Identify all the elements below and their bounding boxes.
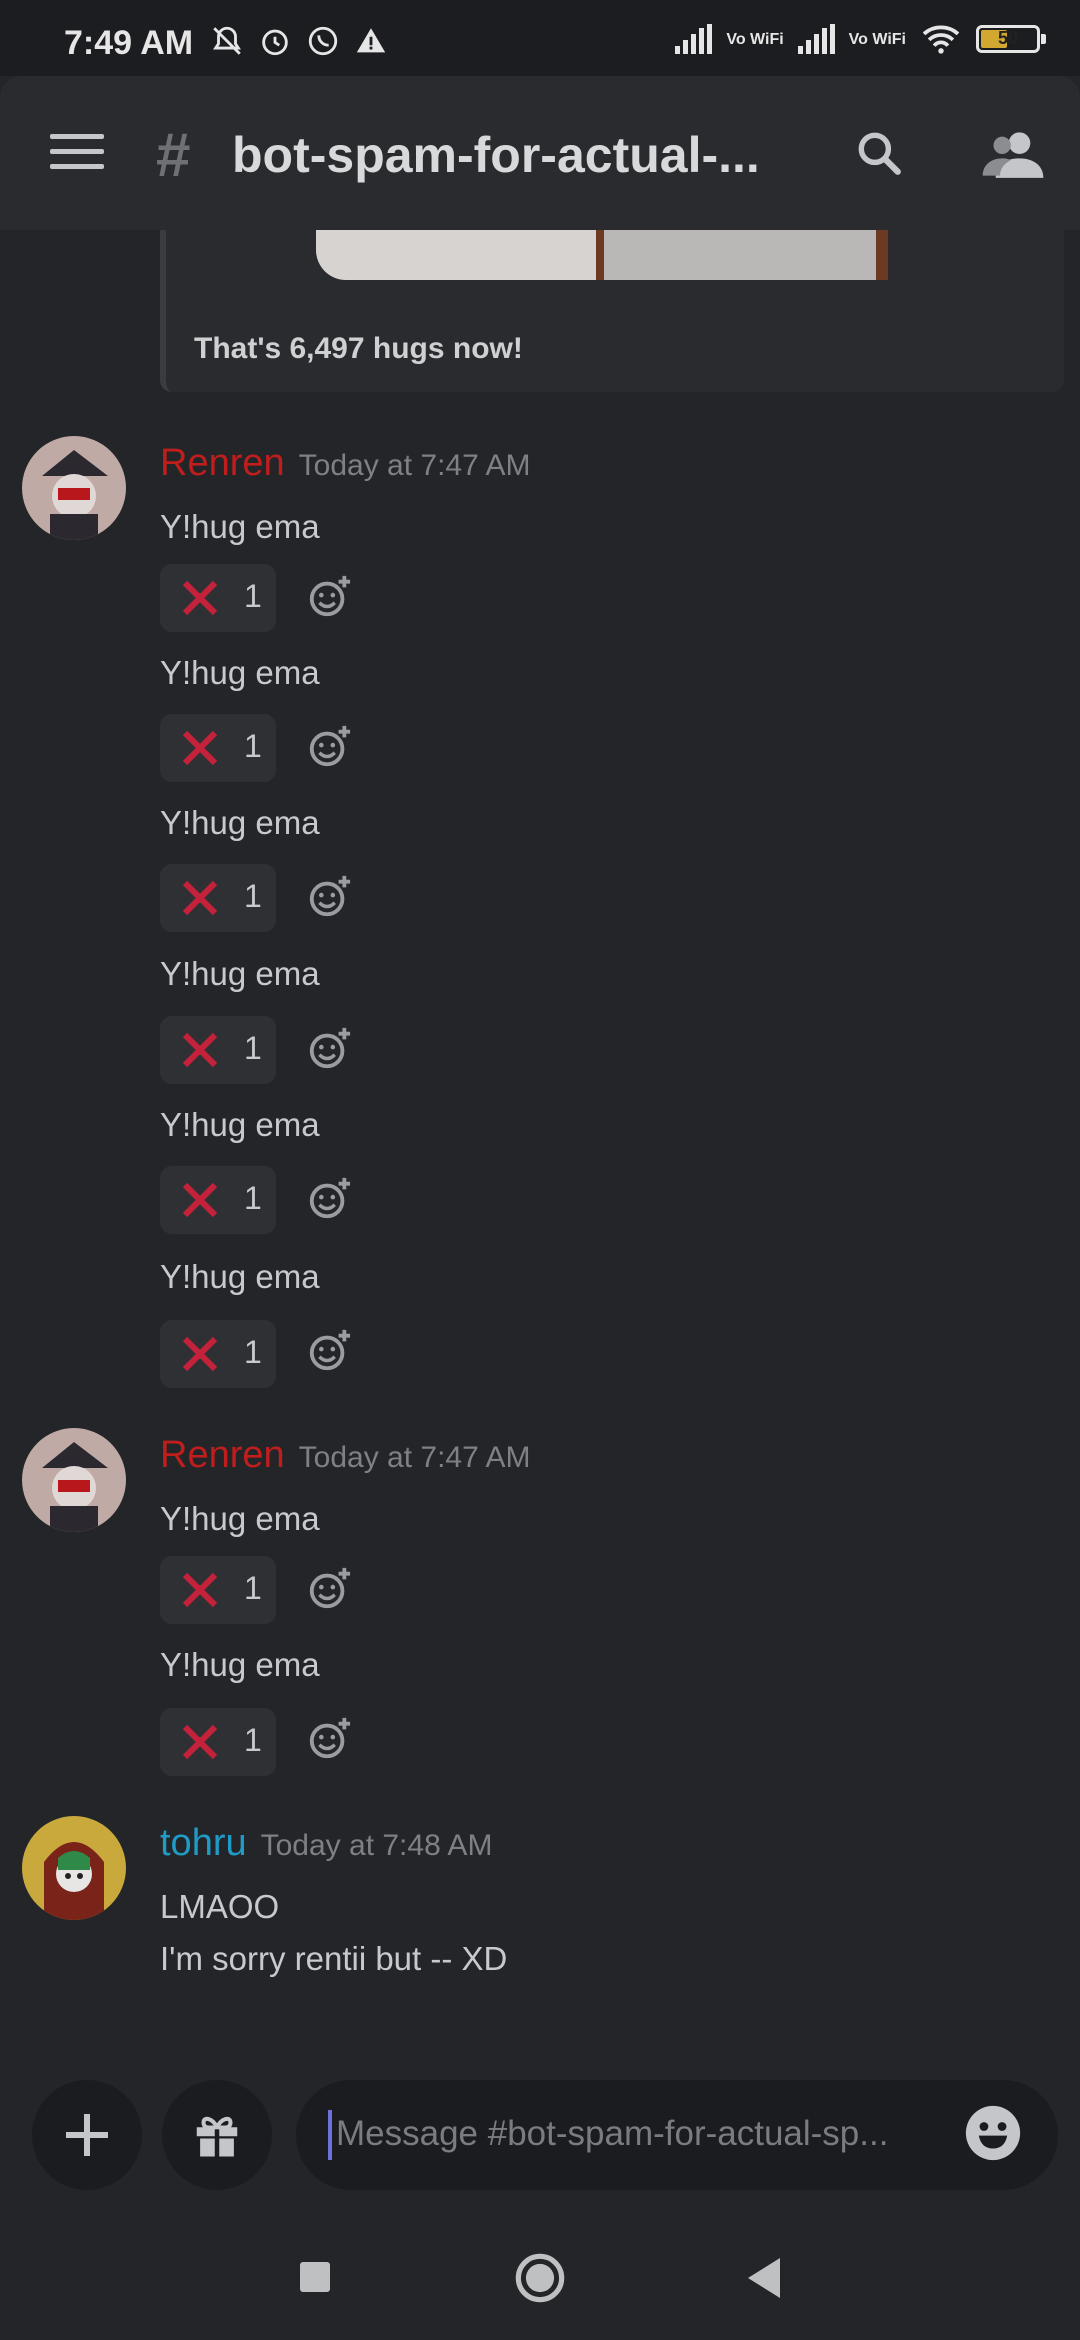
- reaction[interactable]: 1: [160, 1320, 276, 1388]
- reaction-count: 1: [244, 1030, 262, 1066]
- timestamp: Today at 7:47 AM: [298, 1441, 531, 1474]
- timestamp: Today at 7:47 AM: [298, 449, 531, 482]
- message-text[interactable]: Y!hug ema: [160, 804, 320, 842]
- alarm-icon: [262, 29, 288, 56]
- gift-button[interactable]: [162, 2080, 272, 2190]
- channel-hash-icon: #: [156, 121, 191, 190]
- reaction[interactable]: 1: [160, 1016, 276, 1084]
- reaction-count: 1: [244, 1570, 262, 1606]
- reaction[interactable]: 1: [160, 714, 276, 782]
- x-cross-icon: [182, 1724, 218, 1760]
- author-name[interactable]: Renren: [160, 442, 285, 484]
- add-reaction-icon[interactable]: [306, 1328, 352, 1374]
- message-text[interactable]: Y!hug ema: [160, 1500, 320, 1538]
- add-reaction-icon[interactable]: [306, 1026, 352, 1072]
- x-cross-icon: [182, 1572, 218, 1608]
- message-text[interactable]: Y!hug ema: [160, 654, 320, 692]
- author-name[interactable]: Renren: [160, 1434, 285, 1476]
- reaction-count: 1: [244, 728, 262, 764]
- message-text[interactable]: LMAOO: [160, 1888, 279, 1926]
- reaction[interactable]: 1: [160, 564, 276, 632]
- status-time: 7:49 AM: [64, 24, 194, 62]
- add-reaction-icon[interactable]: [306, 1716, 352, 1762]
- reaction-count: 1: [244, 578, 262, 614]
- menu-icon[interactable]: [50, 134, 104, 170]
- emoji-icon[interactable]: [962, 2102, 1024, 2164]
- avatar[interactable]: [22, 1816, 126, 1920]
- vowifi-label: Vo WiFi: [726, 30, 784, 48]
- wifi-icon: [922, 25, 960, 54]
- reaction[interactable]: 1: [160, 1166, 276, 1234]
- whatsapp-icon: [308, 26, 338, 56]
- add-attachment-button[interactable]: [32, 2080, 142, 2190]
- search-icon[interactable]: [854, 128, 904, 178]
- reaction[interactable]: 1: [160, 1556, 276, 1624]
- reaction-count: 1: [244, 1334, 262, 1370]
- add-reaction-icon[interactable]: [306, 724, 352, 770]
- channel-header: # bot-spam-for-actual-...: [0, 76, 1080, 230]
- reaction-count: 1: [244, 1722, 262, 1758]
- reaction[interactable]: 1: [160, 864, 276, 932]
- home-button[interactable]: [514, 2252, 566, 2304]
- timestamp: Today at 7:48 AM: [260, 1829, 493, 1862]
- add-reaction-icon[interactable]: [306, 1176, 352, 1222]
- back-button[interactable]: [744, 2256, 784, 2300]
- author-name[interactable]: tohru: [160, 1822, 247, 1864]
- message-text[interactable]: Y!hug ema: [160, 1106, 320, 1144]
- x-cross-icon: [182, 580, 218, 616]
- message-input[interactable]: Message #bot-spam-for-actual-sp...: [296, 2080, 1058, 2190]
- reaction-count: 1: [244, 878, 262, 914]
- reaction[interactable]: 1: [160, 1708, 276, 1776]
- message-text[interactable]: I'm sorry rentii but -- XD: [160, 1940, 507, 1978]
- mute-bell-icon: [213, 26, 241, 55]
- channel-title[interactable]: bot-spam-for-actual-...: [232, 126, 822, 184]
- message-text[interactable]: Y!hug ema: [160, 1646, 320, 1684]
- message-text[interactable]: Y!hug ema: [160, 508, 320, 546]
- members-icon[interactable]: [982, 128, 1044, 180]
- signal-icon: [675, 24, 713, 54]
- embed-image: [316, 230, 888, 280]
- recents-button[interactable]: [300, 2262, 330, 2292]
- status-bar: 7:49 AM Vo WiFi Vo WiFi 50: [0, 0, 1080, 76]
- add-reaction-icon[interactable]: [306, 874, 352, 920]
- add-reaction-icon[interactable]: [306, 574, 352, 620]
- embed-text: That's 6,497 hugs now!: [194, 332, 523, 365]
- x-cross-icon: [182, 730, 218, 766]
- message-text[interactable]: Y!hug ema: [160, 955, 320, 993]
- signal-icon: [797, 24, 835, 54]
- add-reaction-icon[interactable]: [306, 1566, 352, 1612]
- message-text[interactable]: Y!hug ema: [160, 1258, 320, 1296]
- x-cross-icon: [182, 1182, 218, 1218]
- message-input-placeholder: Message #bot-spam-for-actual-sp...: [336, 2114, 889, 2153]
- warning-icon: [356, 28, 386, 53]
- x-cross-icon: [182, 1032, 218, 1068]
- avatar[interactable]: [22, 436, 126, 540]
- avatar[interactable]: [22, 1428, 126, 1532]
- battery-icon: 50: [976, 25, 1046, 53]
- gift-icon: [196, 2116, 238, 2157]
- x-cross-icon: [182, 1336, 218, 1372]
- reaction-count: 1: [244, 1180, 262, 1216]
- vowifi-label: Vo WiFi: [848, 30, 906, 48]
- x-cross-icon: [182, 880, 218, 916]
